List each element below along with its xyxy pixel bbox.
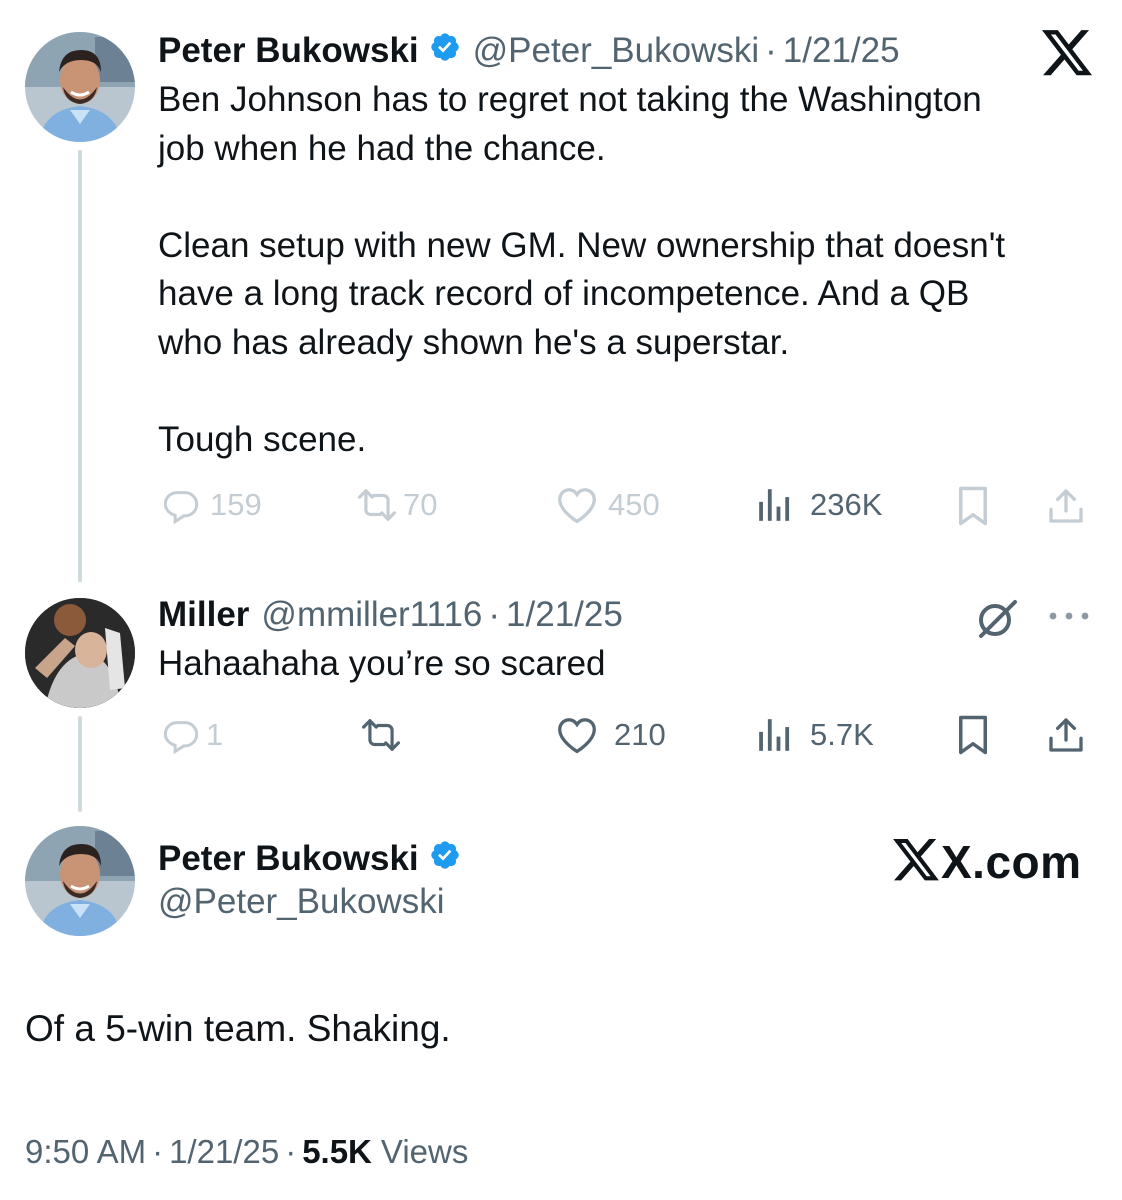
tweet-time[interactable]: 9:50 AM — [25, 1133, 146, 1171]
views-count[interactable]: 5.5K — [302, 1133, 372, 1171]
repost-count: 70 — [403, 487, 438, 522]
views-label[interactable]: Views — [381, 1133, 468, 1171]
repost-icon — [358, 716, 404, 754]
reply-button[interactable]: 159 — [162, 486, 262, 524]
separator: · — [285, 1133, 297, 1170]
share-icon — [1046, 485, 1086, 527]
views-count: 236K — [810, 487, 883, 522]
bookmark-button[interactable] — [954, 485, 992, 527]
views-icon — [756, 486, 794, 524]
thread-line-1 — [78, 150, 82, 582]
author-name[interactable]: Miller — [158, 595, 249, 635]
tweet-date[interactable]: 1/21/25 — [169, 1133, 279, 1171]
repost-button[interactable]: 70 — [355, 486, 437, 524]
views-icon — [756, 716, 794, 754]
bookmark-icon — [954, 485, 992, 527]
like-count: 210 — [614, 717, 666, 752]
views-button[interactable]: 236K — [756, 486, 882, 524]
main-tweet-text: Of a 5-win team. Shaking. — [25, 1008, 451, 1049]
author-name[interactable]: Peter Bukowski — [158, 839, 419, 879]
tweet-text: Hahaahaha you’re so scared — [158, 644, 606, 683]
bookmark-button[interactable] — [954, 714, 992, 756]
verified-badge-icon — [429, 31, 461, 72]
thread-line-2 — [78, 716, 82, 812]
bookmark-icon — [954, 714, 992, 756]
separator: · — [152, 1133, 164, 1170]
author-handle[interactable]: @mmiller1116 — [261, 595, 482, 635]
x-logo-icon — [1042, 30, 1092, 81]
tweet-date[interactable]: 1/21/25 — [783, 31, 900, 71]
like-button[interactable]: 210 — [556, 716, 666, 754]
separator: · — [765, 31, 777, 70]
share-button[interactable] — [1046, 714, 1086, 756]
views-button[interactable]: 5.7K — [756, 716, 874, 754]
like-button[interactable]: 450 — [556, 486, 660, 524]
tweet-date[interactable]: 1/21/25 — [506, 595, 623, 635]
repost-icon — [355, 486, 399, 524]
reply-button[interactable]: 1 — [162, 716, 223, 754]
share-icon — [1046, 714, 1086, 756]
share-button[interactable] — [1046, 485, 1086, 527]
separator: · — [488, 595, 501, 634]
author-handle[interactable]: @Peter_Bukowski — [158, 882, 444, 922]
author-name[interactable]: Peter Bukowski — [158, 31, 419, 71]
avatar[interactable] — [25, 826, 135, 936]
avatar[interactable] — [25, 32, 135, 142]
watermark-label: X.com — [941, 836, 1082, 888]
reply-count: 159 — [210, 487, 262, 522]
reply-icon — [162, 486, 200, 524]
verified-badge-icon — [429, 839, 461, 880]
avatar[interactable] — [25, 598, 135, 708]
x-logo-icon — [893, 838, 939, 886]
reply-icon — [162, 716, 200, 754]
more-icon[interactable] — [1046, 604, 1092, 633]
views-count: 5.7K — [810, 717, 874, 752]
like-count: 450 — [608, 487, 660, 522]
author-handle[interactable]: @Peter_Bukowski — [473, 31, 759, 71]
reply-count: 1 — [206, 717, 224, 752]
like-icon — [556, 716, 598, 754]
x-com-watermark: X.com — [893, 834, 1082, 890]
tweet-text: Ben Johnson has to regret not taking the… — [158, 80, 1006, 459]
like-icon — [556, 486, 598, 524]
repost-button[interactable] — [358, 716, 404, 754]
